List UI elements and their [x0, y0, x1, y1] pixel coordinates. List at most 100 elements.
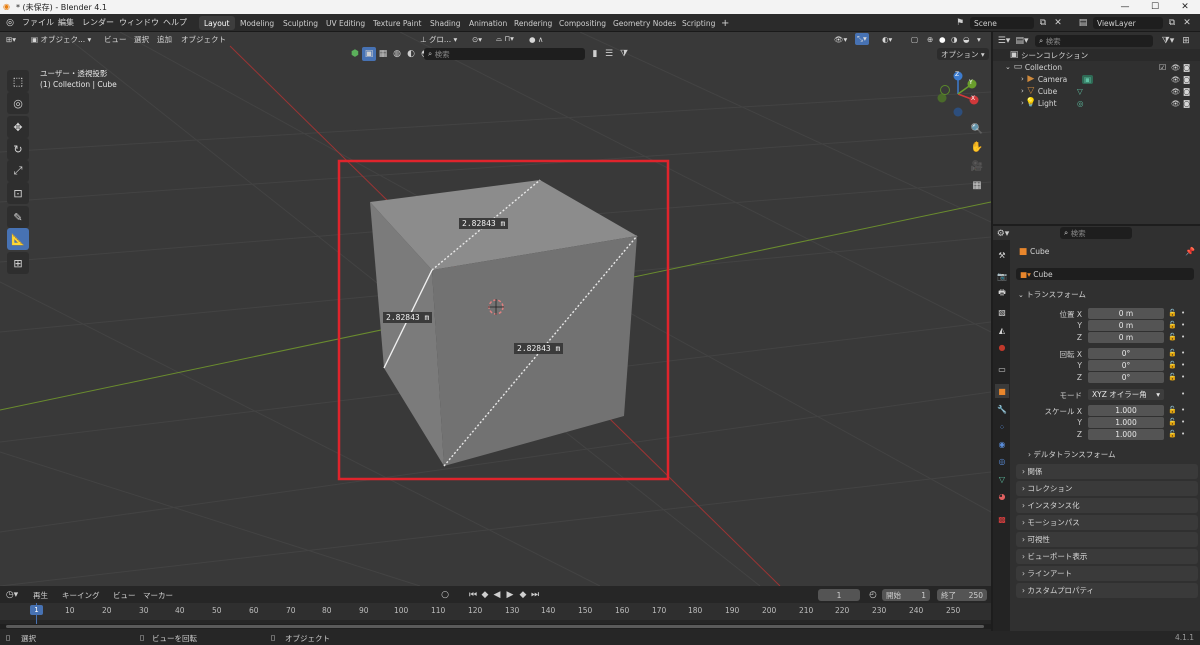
orientation-selector[interactable]: ⊥ グロ... ▾	[420, 33, 457, 45]
playhead-frame-badge[interactable]: 1	[30, 605, 43, 615]
new-collection-icon[interactable]: ⊞	[1179, 34, 1193, 48]
mesh-filter-icon[interactable]: ▦	[376, 47, 390, 61]
scale-z-field[interactable]: 1.000	[1088, 429, 1164, 440]
rotation-mode-dropdown[interactable]: XYZ オイラー角 ▾	[1088, 389, 1164, 400]
object-name-field[interactable]: ■▾ Cube	[1016, 268, 1194, 280]
panel-line-art[interactable]: › ラインアート	[1016, 566, 1198, 581]
clock-icon[interactable]: ◴	[866, 588, 880, 602]
shading-solid-icon[interactable]: ●	[939, 33, 946, 45]
tab-animation[interactable]: Animation	[464, 16, 512, 30]
output-tab-icon[interactable]: 🖶	[995, 287, 1009, 301]
menu-view[interactable]: ビュー	[113, 590, 136, 601]
remove-view-layer-icon[interactable]: ✕	[1180, 16, 1194, 30]
object-type-icon[interactable]: ⬢	[348, 47, 362, 61]
scene-selector[interactable]: Scene	[970, 17, 1034, 29]
keyframe-dot-icon[interactable]: •	[1181, 321, 1185, 329]
copy-scene-icon[interactable]: ⧉	[1036, 16, 1050, 30]
collection-tab-icon[interactable]: ▭	[995, 362, 1009, 376]
timeline-scrollbar[interactable]	[6, 625, 984, 628]
rotation-z-field[interactable]: 0°	[1088, 372, 1164, 383]
menu-render[interactable]: レンダー	[82, 17, 114, 28]
camera-render-icon[interactable]: ◙	[1183, 87, 1190, 96]
menu-add[interactable]: 追加	[157, 33, 172, 45]
lock-icon[interactable]: 🔓	[1168, 406, 1177, 414]
material-tab-icon[interactable]: ◕	[995, 489, 1009, 503]
outliner-editor-icon[interactable]: ☰▾	[997, 34, 1011, 48]
keyframe-dot-icon[interactable]: •	[1181, 333, 1185, 341]
minimize-button[interactable]: —	[1110, 0, 1140, 14]
camera-render-icon[interactable]: ◙	[1183, 99, 1190, 108]
pin-icon[interactable]: 📌	[1185, 247, 1195, 256]
object-tab-icon[interactable]: ■	[995, 384, 1009, 398]
scale-y-field[interactable]: 1.000	[1088, 417, 1164, 428]
lock-icon[interactable]: 🔓	[1168, 349, 1177, 357]
panel-viewport-display[interactable]: › ビューポート表示	[1016, 549, 1198, 564]
lock-icon[interactable]: 🔓	[1168, 321, 1177, 329]
measure-tool[interactable]: 📐	[7, 228, 29, 250]
panel-collections[interactable]: › コレクション	[1016, 481, 1198, 496]
data-tab-icon[interactable]: ▽	[995, 472, 1009, 486]
blender-menu-icon[interactable]: ◎	[3, 16, 17, 30]
pan-hand-icon[interactable]: ✋	[969, 139, 985, 155]
pivot-icon[interactable]: ⊙▾	[472, 33, 482, 45]
shading-material-icon[interactable]: ◑	[951, 33, 958, 45]
tab-texture-paint[interactable]: Texture Paint	[368, 16, 426, 30]
select-box-tool[interactable]: ⬚	[7, 70, 29, 92]
keyframe-dot-icon[interactable]: •	[1181, 406, 1185, 414]
delta-transform-header[interactable]: › デルタトランスフォーム	[1028, 449, 1116, 460]
zoom-icon[interactable]: 🔍	[969, 121, 985, 137]
menu-object[interactable]: オブジェクト	[181, 33, 226, 45]
view-layer-selector[interactable]: ViewLayer	[1093, 17, 1163, 29]
mode-selector[interactable]: ▣ オブジェク... ▾	[31, 33, 91, 45]
tab-sculpting[interactable]: Sculpting	[278, 16, 323, 30]
view-layer-icon[interactable]: ▤	[1076, 16, 1090, 30]
gizmo-toggle-icon[interactable]: ⤡▾	[855, 33, 869, 45]
filter-icon[interactable]: ⧩	[617, 47, 631, 61]
eye-icon[interactable]: 👁	[1171, 99, 1181, 108]
eye-icon[interactable]: 👁	[1171, 75, 1181, 84]
scale-tool[interactable]: ⤢	[7, 160, 29, 182]
lock-icon[interactable]: 🔓	[1168, 309, 1177, 317]
modifier-tab-icon[interactable]: 🔧	[995, 402, 1009, 416]
lock-icon[interactable]: 🔓	[1168, 418, 1177, 426]
annotate-tool[interactable]: ✎	[7, 206, 29, 228]
remove-scene-icon[interactable]: ✕	[1051, 16, 1065, 30]
copy-view-layer-icon[interactable]: ⧉	[1165, 16, 1179, 30]
menu-playback[interactable]: 再生	[33, 590, 48, 601]
play-reverse-icon[interactable]: ◀	[490, 588, 504, 602]
close-window-button[interactable]: ✕	[1170, 0, 1200, 14]
visibility-icon[interactable]: 👁▾	[834, 33, 847, 45]
transform-panel-header[interactable]: ⌄ トランスフォーム	[1018, 289, 1194, 300]
tab-uv-editing[interactable]: UV Editing	[321, 16, 370, 30]
scene-icon[interactable]: ⚑	[953, 16, 967, 30]
eye-icon[interactable]: 👁	[1171, 87, 1181, 96]
xray-icon[interactable]: ▢	[911, 33, 918, 45]
panel-motion-paths[interactable]: › モーションパス	[1016, 515, 1198, 530]
end-frame-field[interactable]: 終了 250	[937, 589, 987, 601]
menu-file[interactable]: ファイル	[22, 17, 54, 28]
move-tool[interactable]: ✥	[7, 116, 29, 138]
display-mode-icon[interactable]: ▤▾	[1015, 34, 1029, 48]
menu-help[interactable]: ヘルプ	[163, 17, 187, 28]
tab-scripting[interactable]: Scripting	[677, 16, 720, 30]
proportional-edit-icon[interactable]: ● ∧	[529, 33, 543, 45]
add-cube-tool[interactable]: ⊞	[7, 252, 29, 274]
scale-x-field[interactable]: 1.000	[1088, 405, 1164, 416]
location-z-field[interactable]: 0 m	[1088, 332, 1164, 343]
lock-icon[interactable]: 🔓	[1168, 333, 1177, 341]
lock-icon[interactable]: 🔓	[1168, 373, 1177, 381]
cursor-tool[interactable]: ◎	[7, 92, 29, 114]
transform-tool[interactable]: ⊡	[7, 182, 29, 204]
tab-geometry-nodes[interactable]: Geometry Nodes	[608, 16, 681, 30]
lock-icon[interactable]: 🔓	[1168, 361, 1177, 369]
eye-icon[interactable]: 👁	[1171, 63, 1181, 72]
properties-editor-icon[interactable]: ⚙▾	[996, 227, 1010, 241]
record-icon[interactable]: ○	[438, 588, 452, 602]
scene-tab-icon[interactable]: ◭	[995, 323, 1009, 337]
location-x-field[interactable]: 0 m	[1088, 308, 1164, 319]
texture-tab-icon[interactable]: ▩	[995, 512, 1009, 526]
timeline-editor-icon[interactable]: ◷▾	[5, 588, 19, 602]
rotate-tool[interactable]: ↻	[7, 138, 29, 160]
list-icon[interactable]: ☰	[602, 47, 616, 61]
menu-edit[interactable]: 編集	[58, 17, 74, 28]
